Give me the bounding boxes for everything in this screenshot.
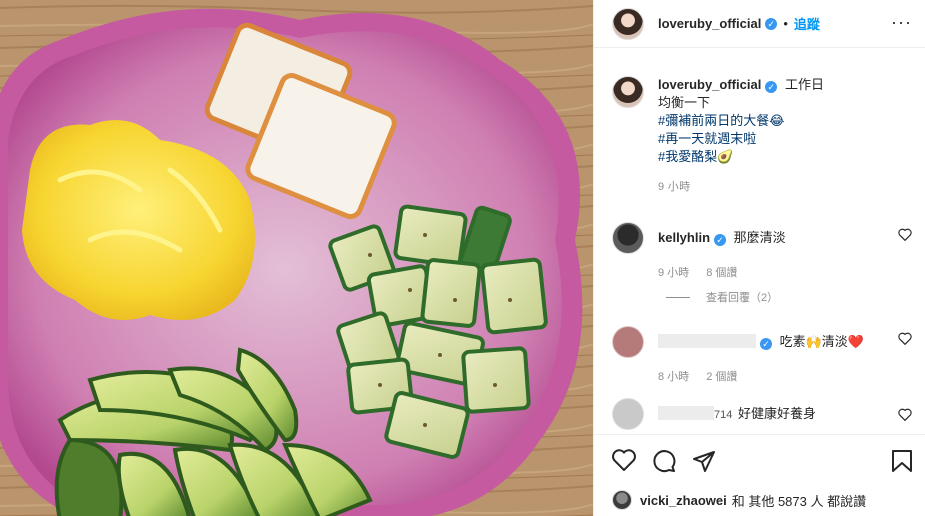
food-plate-image (0, 0, 593, 516)
comment-text: 那麼清淡 (733, 230, 786, 245)
comment-item: 714 好健康好養身 (612, 398, 922, 430)
commenter-username[interactable]: 714 (714, 409, 732, 421)
blurred-username[interactable] (658, 334, 756, 348)
comment-item: kellyhlin ✓ 那麼清淡 9 小時 8 個讚 (612, 222, 922, 280)
commenter-username[interactable]: kellyhlin (658, 230, 710, 245)
liker-avatar[interactable] (612, 490, 632, 510)
comment-meta: 9 小時 8 個讚 (658, 264, 922, 280)
verified-badge-icon: ✓ (760, 338, 772, 350)
like-heart-icon[interactable] (612, 449, 636, 471)
share-icon[interactable] (692, 449, 716, 473)
caption-line-2: 均衡一下 (658, 95, 711, 110)
heart-icon[interactable] (898, 332, 912, 345)
separator-dot: • (783, 16, 788, 31)
bookmark-icon[interactable] (891, 449, 913, 473)
hashtag-link[interactable]: #我愛酪梨🥑 (658, 148, 824, 166)
follow-button[interactable]: 追蹤 (794, 14, 820, 33)
verified-badge-icon: ✓ (765, 81, 778, 93)
heart-icon[interactable] (898, 408, 912, 421)
heart-icon[interactable] (898, 228, 912, 241)
blurred-username[interactable] (658, 405, 714, 420)
likes-summary: vicki_zhaowei 和 其他 5873 人 都說讚 (612, 490, 866, 510)
author-username[interactable]: loveruby_official (658, 16, 761, 31)
comment-meta: 8 小時 2 個讚 (658, 368, 922, 384)
comment-icon[interactable] (652, 449, 676, 473)
post-header: loveruby_official ✓ • 追蹤 ··· (594, 0, 925, 48)
comment-text: 吃素🙌清淡❤️ (779, 334, 864, 349)
hashtag-link[interactable]: #再一天就週末啦 (658, 130, 824, 148)
likes-count-text[interactable]: 和 其他 5873 人 都說讚 (732, 491, 866, 510)
instagram-post-view: loveruby_official ✓ • 追蹤 ··· loveruby_of… (0, 0, 925, 516)
comment-timestamp[interactable]: 8 小時 (658, 371, 689, 383)
comment-text: 好健康好養身 (737, 405, 816, 421)
commenter-avatar[interactable] (612, 398, 644, 430)
caption-author-avatar[interactable] (612, 76, 644, 108)
caption-username[interactable]: loveruby_official (658, 77, 761, 92)
caption-timestamp[interactable]: 9 小時 (658, 178, 824, 196)
comment-item: ✓ 吃素🙌清淡❤️ 8 小時 2 個讚 (612, 326, 922, 384)
author-avatar[interactable] (612, 7, 644, 40)
replies-divider (666, 296, 690, 298)
view-replies-link[interactable]: 查看回覆（2） (666, 289, 778, 305)
verified-badge-icon: ✓ (765, 17, 778, 30)
post-photo[interactable] (0, 0, 593, 516)
hashtag-link[interactable]: #彌補前兩日的大餐😂 (658, 112, 824, 130)
commenter-avatar[interactable] (612, 326, 644, 358)
liker-username[interactable]: vicki_zhaowei (640, 493, 727, 508)
comment-like-count[interactable]: 8 個讚 (706, 267, 737, 279)
post-side-panel: loveruby_official ✓ • 追蹤 ··· loveruby_of… (593, 0, 925, 516)
comment-like-count[interactable]: 2 個讚 (706, 371, 737, 383)
caption-line-1: 工作日 (784, 77, 824, 92)
view-replies-label[interactable]: 查看回覆（2） (706, 289, 778, 305)
commenter-avatar[interactable] (612, 222, 644, 254)
comment-timestamp[interactable]: 9 小時 (658, 267, 689, 279)
post-actions-bar (594, 434, 925, 484)
more-options-icon[interactable]: ··· (891, 13, 912, 31)
post-caption: loveruby_official ✓ 工作日 均衡一下 #彌補前兩日的大餐😂 #… (612, 76, 912, 196)
verified-badge-icon: ✓ (714, 234, 727, 246)
